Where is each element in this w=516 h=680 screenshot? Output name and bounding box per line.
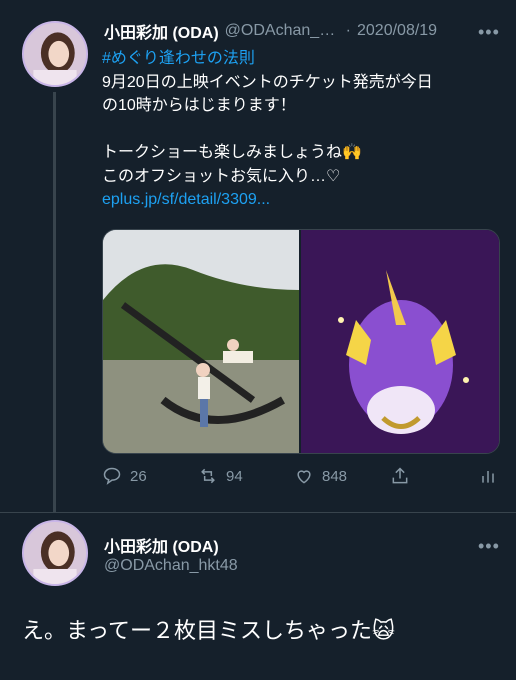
- tweet-line: このオフショットお気に入り…♡: [102, 167, 341, 185]
- retweet-count: 94: [226, 467, 243, 485]
- like-icon: [297, 470, 311, 484]
- author-name[interactable]: 小田彩加 (ODA): [104, 19, 219, 43]
- like-count: 848: [322, 467, 348, 485]
- author-handle[interactable]: @ODAchan_hkt48: [104, 557, 238, 575]
- tweet[interactable]: 小田彩加 (ODA) @ODAchan_hkt48 ••• え。まってー２枚目ミ…: [0, 513, 516, 680]
- author-handle[interactable]: @ODAchan_hkt48: [225, 22, 340, 40]
- hashtag-link[interactable]: #めぐり逢わせの法則: [102, 47, 502, 71]
- separator: ·: [345, 22, 351, 39]
- avatar[interactable]: [22, 21, 88, 87]
- reply-count: 26: [130, 467, 147, 485]
- tweet-header: 小田彩加 (ODA) @ODAchan_hkt48 · 2020/08/19: [104, 18, 504, 44]
- reply-button[interactable]: 26: [102, 466, 147, 486]
- share-icon: [392, 467, 408, 484]
- media-grid: [102, 229, 500, 454]
- avatar[interactable]: [22, 520, 88, 586]
- retweet-button[interactable]: 94: [198, 466, 243, 486]
- thread-line: [53, 92, 56, 512]
- tweet-text: #めぐり逢わせの法則 9月20日の上映イベントのチケット発売が今日 の10時から…: [102, 47, 502, 212]
- offshot-photo: [103, 230, 299, 453]
- analytics-button[interactable]: [478, 466, 506, 486]
- avatar-photo: [24, 23, 86, 85]
- unicorn-animoji-image: [301, 230, 499, 453]
- url-link[interactable]: eplus.jp/sf/detail/3309...: [102, 188, 502, 212]
- tweet-text: え。まってー２枚目ミスしちゃった🙀: [22, 618, 395, 643]
- tweet-line: の10時からはじまります！: [102, 97, 296, 114]
- tweet[interactable]: 小田彩加 (ODA) @ODAchan_hkt48 · 2020/08/19 •…: [0, 0, 516, 512]
- more-options-button[interactable]: •••: [478, 537, 500, 555]
- analytics-icon: [482, 471, 494, 483]
- media-unicorn-animoji[interactable]: [301, 230, 499, 453]
- more-options-button[interactable]: •••: [478, 23, 500, 41]
- like-button[interactable]: 848: [294, 466, 347, 486]
- retweet-icon: [201, 468, 215, 484]
- action-bar: 26 94 848: [102, 466, 502, 490]
- author-name[interactable]: 小田彩加 (ODA): [104, 533, 219, 557]
- media-photo-offshot[interactable]: [103, 230, 299, 453]
- share-button[interactable]: [390, 466, 418, 486]
- tweet-date[interactable]: 2020/08/19: [357, 22, 437, 40]
- tweet-line: トークショーも楽しみましょうね🙌: [102, 144, 362, 161]
- tweet-line: [102, 118, 502, 142]
- avatar-photo: [24, 522, 86, 584]
- reply-icon: [103, 467, 121, 485]
- tweet-line: 9月20日の上映イベントのチケット発売が今日: [102, 73, 433, 91]
